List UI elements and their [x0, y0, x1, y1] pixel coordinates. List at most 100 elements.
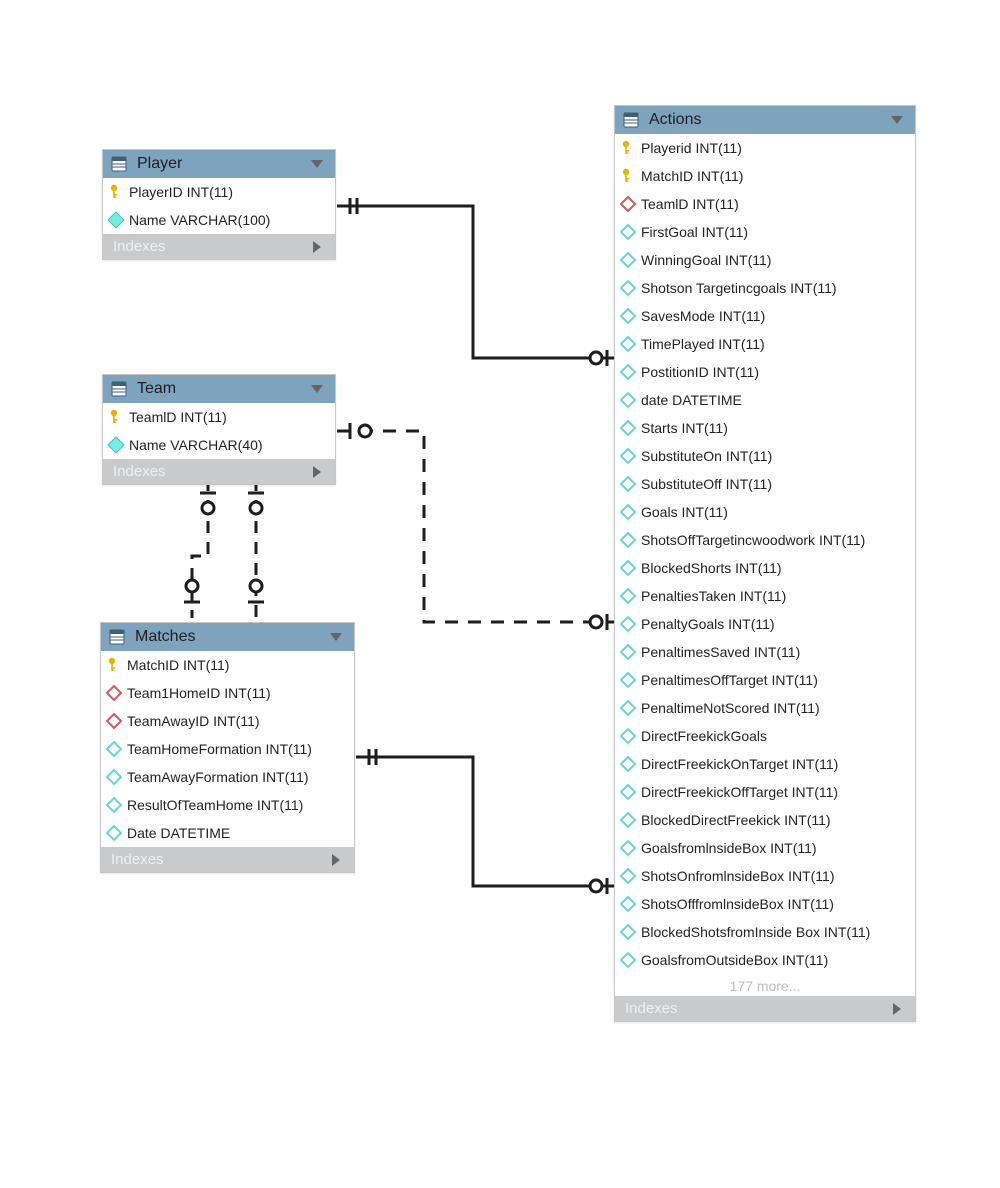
caret-right-icon[interactable] — [889, 1001, 905, 1017]
column[interactable]: Date DATETIME — [101, 819, 354, 847]
column[interactable]: ResultOfTeamHome INT(11) — [101, 791, 354, 819]
more-columns-indicator[interactable]: 177 more... — [615, 974, 915, 996]
column[interactable]: SubstituteOn INT(11) — [615, 442, 915, 470]
column[interactable]: ShotsOnfromlnsideBox INT(11) — [615, 862, 915, 890]
column[interactable]: PenaltimesOffTarget INT(11) — [615, 666, 915, 694]
column[interactable]: TeamHomeFormation INT(11) — [101, 735, 354, 763]
column[interactable]: Shotson Targetincgoals INT(11) — [615, 274, 915, 302]
column[interactable]: Playerid INT(11) — [615, 134, 915, 162]
diamond-open-icon — [619, 419, 637, 437]
key-icon — [619, 167, 637, 185]
caret-down-icon[interactable] — [309, 156, 325, 172]
table-header[interactable]: Player — [103, 150, 335, 178]
column[interactable]: PenaltiesTaken INT(11) — [615, 582, 915, 610]
diamond-open-icon — [619, 447, 637, 465]
table-icon — [109, 629, 125, 645]
column-label: Shotson Targetincgoals INT(11) — [641, 280, 837, 296]
column-label: SubstituteOn INT(11) — [641, 448, 772, 464]
diamond-open-icon — [619, 475, 637, 493]
diamond-open-icon — [619, 699, 637, 717]
diamond-open-icon — [619, 895, 637, 913]
table-title: Team — [137, 380, 299, 398]
table-team[interactable]: Team TeamlD INT(11) Name VARCHAR(40) Ind… — [102, 374, 336, 485]
diamond-open-icon — [619, 951, 637, 969]
column-label: Team1HomeID INT(11) — [127, 685, 271, 701]
column[interactable]: BlockedShorts INT(11) — [615, 554, 915, 582]
column-label: GoalsfromlnsideBox INT(11) — [641, 840, 817, 856]
column-label: PenaltimeNotScored INT(11) — [641, 700, 820, 716]
diamond-open-icon — [619, 391, 637, 409]
column[interactable]: PostitionID INT(11) — [615, 358, 915, 386]
column[interactable]: TeamAwayID INT(11) — [101, 707, 354, 735]
column-label: TimePlayed INT(11) — [641, 336, 765, 352]
column[interactable]: Team1HomeID INT(11) — [101, 679, 354, 707]
caret-down-icon[interactable] — [309, 381, 325, 397]
column[interactable]: PenaltyGoals INT(11) — [615, 610, 915, 638]
column[interactable]: PenaltimeNotScored INT(11) — [615, 694, 915, 722]
diamond-open-icon — [619, 307, 637, 325]
column[interactable]: WinningGoal INT(11) — [615, 246, 915, 274]
column[interactable]: TeamlD INT(11) — [103, 403, 335, 431]
diamond-open-icon — [619, 867, 637, 885]
column[interactable]: ShotsOffTargetincwoodwork INT(11) — [615, 526, 915, 554]
table-actions[interactable]: Actions Playerid INT(11)MatchID INT(11) T… — [614, 105, 916, 1022]
table-matches[interactable]: Matches MatchID INT(11) Team1HomeID INT(1… — [100, 622, 355, 873]
column[interactable]: MatchID INT(11) — [101, 651, 354, 679]
key-icon — [105, 656, 123, 674]
diamond-open-icon — [619, 251, 637, 269]
column[interactable]: GoalsfromlnsideBox INT(11) — [615, 834, 915, 862]
indexes-section[interactable]: Indexes — [103, 234, 335, 259]
table-header[interactable]: Matches — [101, 623, 354, 651]
column[interactable]: TeamlD INT(11) — [615, 190, 915, 218]
column[interactable]: SavesMode INT(11) — [615, 302, 915, 330]
column[interactable]: DirectFreekickOnTarget INT(11) — [615, 750, 915, 778]
column[interactable]: ShotsOfffromlnsideBox INT(11) — [615, 890, 915, 918]
column-label: PostitionID INT(11) — [641, 364, 759, 380]
column[interactable]: BlockedShotsfromInside Box INT(11) — [615, 918, 915, 946]
column-label: date DATETIME — [641, 392, 742, 408]
caret-right-icon[interactable] — [309, 239, 325, 255]
columns: Playerid INT(11)MatchID INT(11) TeamlD IN… — [615, 134, 915, 974]
caret-down-icon[interactable] — [889, 112, 905, 128]
column[interactable]: TeamAwayFormation INT(11) — [101, 763, 354, 791]
column-label: TeamHomeFormation INT(11) — [127, 741, 312, 757]
table-header[interactable]: Team — [103, 375, 335, 403]
column[interactable]: Starts INT(11) — [615, 414, 915, 442]
diamond-open-icon — [619, 811, 637, 829]
diamond-open-icon — [105, 740, 123, 758]
column[interactable]: Name VARCHAR(40) — [103, 431, 335, 459]
column-label: SubstituteOff INT(11) — [641, 476, 772, 492]
column-label: ShotsOfffromlnsideBox INT(11) — [641, 896, 834, 912]
column[interactable]: DirectFreekickGoals — [615, 722, 915, 750]
column[interactable]: TimePlayed INT(11) — [615, 330, 915, 358]
diamond-red-icon — [105, 684, 123, 702]
column-label: SavesMode INT(11) — [641, 308, 765, 324]
columns: PlayerID INT(11) Name VARCHAR(100) — [103, 178, 335, 234]
column[interactable]: Goals INT(11) — [615, 498, 915, 526]
diamond-red-icon — [105, 712, 123, 730]
column[interactable]: PlayerID INT(11) — [103, 178, 335, 206]
column[interactable]: PenaltimesSaved INT(11) — [615, 638, 915, 666]
table-player[interactable]: Player PlayerID INT(11) Name VARCHAR(100… — [102, 149, 336, 260]
indexes-section[interactable]: Indexes — [615, 996, 915, 1021]
indexes-section[interactable]: Indexes — [101, 847, 354, 872]
table-header[interactable]: Actions — [615, 106, 915, 134]
column[interactable]: BlockedDirectFreekick INT(11) — [615, 806, 915, 834]
caret-down-icon[interactable] — [328, 629, 344, 645]
indexes-label: Indexes — [625, 1000, 881, 1017]
diamond-open-icon — [619, 615, 637, 633]
column-label: Name VARCHAR(100) — [129, 212, 270, 228]
column-label: TeamlD INT(11) — [641, 196, 739, 212]
column[interactable]: GoalsfromOutsideBox INT(11) — [615, 946, 915, 974]
column[interactable]: DirectFreekickOffTarget INT(11) — [615, 778, 915, 806]
column[interactable]: SubstituteOff INT(11) — [615, 470, 915, 498]
column[interactable]: MatchID INT(11) — [615, 162, 915, 190]
diamond-open-icon — [619, 363, 637, 381]
column[interactable]: FirstGoal INT(11) — [615, 218, 915, 246]
indexes-section[interactable]: Indexes — [103, 459, 335, 484]
column[interactable]: Name VARCHAR(100) — [103, 206, 335, 234]
column[interactable]: date DATETIME — [615, 386, 915, 414]
er-diagram-canvas: Player PlayerID INT(11) Name VARCHAR(100… — [0, 0, 1000, 1188]
caret-right-icon[interactable] — [328, 852, 344, 868]
caret-right-icon[interactable] — [309, 464, 325, 480]
